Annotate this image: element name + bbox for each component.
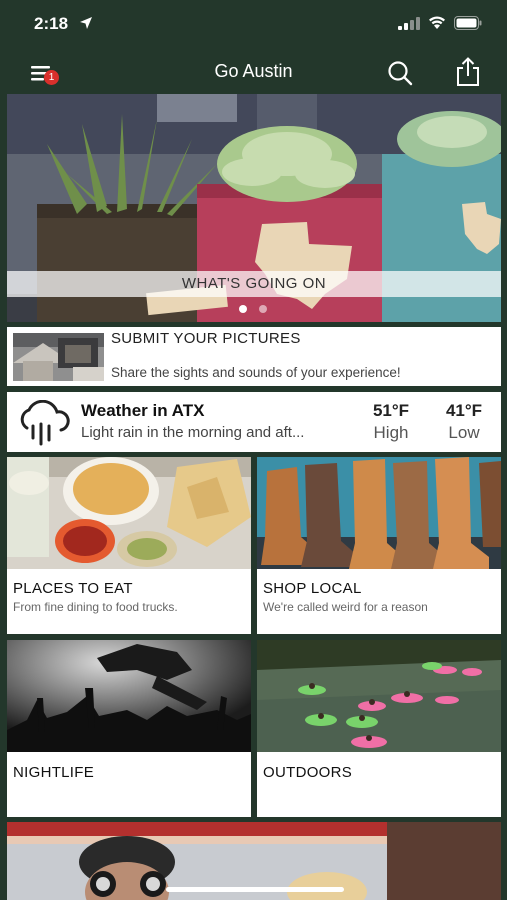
submit-pictures-card[interactable]: SUBMIT YOUR PICTURES Share the sights an… bbox=[7, 327, 501, 386]
submit-pictures-title: SUBMIT YOUR PICTURES bbox=[111, 330, 301, 347]
location-arrow-icon bbox=[80, 17, 92, 29]
high-temperature-label: High bbox=[373, 423, 409, 442]
high-temperature-value: 51°F bbox=[372, 401, 410, 420]
outdoors-tile[interactable]: OUTDOORS bbox=[257, 640, 501, 817]
weather-description: Light rain in the morning and aft... bbox=[81, 424, 305, 441]
cowboy-boots-photo bbox=[257, 457, 501, 569]
low-temperature: 41°F Low bbox=[435, 401, 493, 443]
shop-local-tile[interactable]: SHOP LOCAL We're called weird for a reas… bbox=[257, 457, 501, 634]
status-time: 2:18 bbox=[34, 14, 69, 33]
whats-going-on-carousel[interactable]: WHAT'S GOING ON bbox=[7, 94, 501, 322]
low-temperature-value: 41°F bbox=[445, 401, 483, 420]
menu-button[interactable]: 1 bbox=[30, 62, 60, 86]
high-temperature: 51°F High bbox=[362, 401, 420, 443]
places-to-eat-subtitle: From fine dining to food trucks. bbox=[13, 600, 178, 614]
weather-card[interactable]: Weather in ATX Light rain in the morning… bbox=[7, 392, 501, 452]
carousel-page-indicator bbox=[237, 305, 277, 313]
share-icon bbox=[457, 57, 479, 86]
battery-icon bbox=[454, 16, 482, 30]
carousel-dot-active[interactable] bbox=[239, 305, 247, 313]
nightlife-tile[interactable]: NIGHTLIFE bbox=[7, 640, 251, 817]
submit-pictures-subtitle: Share the sights and sounds of your expe… bbox=[111, 365, 401, 380]
food-photo bbox=[7, 457, 251, 569]
wifi-icon bbox=[429, 16, 445, 29]
submit-pictures-thumbnail bbox=[13, 333, 104, 381]
shop-local-title: SHOP LOCAL bbox=[263, 580, 362, 597]
hero-label: WHAT'S GOING ON bbox=[7, 271, 501, 297]
search-button[interactable] bbox=[386, 59, 414, 87]
low-temperature-label: Low bbox=[448, 423, 480, 442]
status-bar: 2:18 bbox=[0, 0, 507, 50]
home-indicator bbox=[166, 887, 344, 892]
shop-local-subtitle: We're called weird for a reason bbox=[263, 600, 428, 614]
cellular-signal-icon bbox=[398, 17, 420, 30]
concert-crowd-photo bbox=[7, 640, 251, 752]
page-title: Go Austin bbox=[214, 61, 293, 81]
nav-bar: 1 Go Austin bbox=[0, 50, 507, 94]
carousel-dot[interactable] bbox=[259, 305, 267, 313]
places-to-eat-tile[interactable]: PLACES TO EAT From fine dining to food t… bbox=[7, 457, 251, 634]
outdoors-title: OUTDOORS bbox=[263, 764, 353, 781]
notification-badge: 1 bbox=[44, 70, 59, 85]
nightlife-title: NIGHTLIFE bbox=[13, 764, 95, 781]
rain-cloud-icon bbox=[20, 400, 70, 446]
search-icon bbox=[388, 61, 413, 86]
river-tubing-photo bbox=[257, 640, 501, 752]
share-button[interactable] bbox=[455, 57, 481, 87]
weather-title: Weather in ATX bbox=[81, 401, 205, 420]
places-to-eat-title: PLACES TO EAT bbox=[13, 580, 133, 597]
